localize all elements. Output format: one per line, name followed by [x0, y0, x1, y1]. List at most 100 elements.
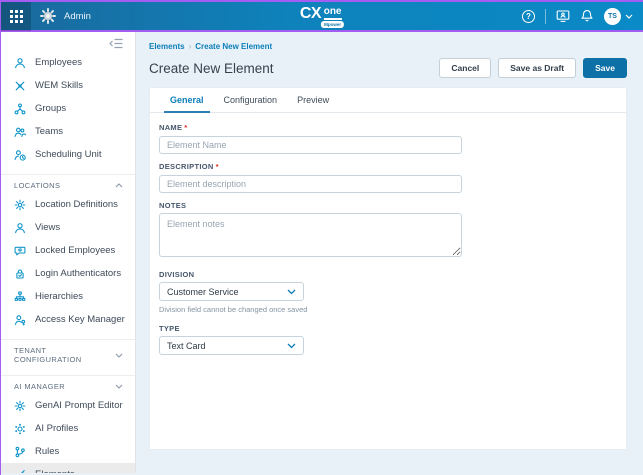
cxone-logo: CX one Mpower: [300, 6, 344, 28]
person-key-icon: [14, 314, 26, 326]
apps-grid-button[interactable]: [1, 1, 31, 31]
page-title: Create New Element: [149, 61, 274, 76]
division-select[interactable]: Customer Service: [159, 282, 304, 301]
chevron-down-icon: [287, 343, 296, 349]
sidebar-item-elements[interactable]: Elements: [1, 463, 135, 473]
tab-general[interactable]: General: [160, 88, 214, 112]
sidebar-item-label: Scheduling Unit: [35, 149, 102, 160]
sidebar-item-label: Employees: [35, 57, 82, 68]
sidebar-item-label: Locked Employees: [35, 245, 115, 256]
user-menu[interactable]: TS: [604, 8, 633, 25]
header-separator: [545, 9, 546, 24]
name-label: NAME*: [159, 123, 616, 132]
sidebar-item-label: Location Definitions: [35, 199, 118, 210]
sidebar-item-locked-employees[interactable]: Locked Employees: [1, 239, 135, 262]
breadcrumb-separator: ›: [189, 42, 192, 51]
save-button[interactable]: Save: [583, 58, 627, 78]
person-icon: [14, 57, 26, 69]
sidebar-item-teams[interactable]: Teams: [1, 120, 135, 143]
sidebar-collapse-icon[interactable]: [109, 38, 123, 49]
notes-label: NOTES: [159, 201, 616, 210]
avatar: TS: [604, 8, 621, 25]
sidebar-item-label: GenAI Prompt Editor: [35, 400, 123, 411]
header-right: ? TS: [522, 8, 643, 25]
chevron-down-icon: [115, 353, 123, 358]
sidebar-section-tenant-configuration[interactable]: TENANT CONFIGURATION: [1, 339, 135, 367]
help-icon: ?: [522, 10, 535, 23]
main-content: Elements › Create New Element Create New…: [136, 32, 643, 473]
name-input[interactable]: [159, 136, 462, 154]
breadcrumb-elements[interactable]: Elements: [149, 42, 185, 51]
save-as-draft-button[interactable]: Save as Draft: [498, 58, 576, 78]
logo-cx-text: CX: [300, 6, 321, 28]
notes-textarea[interactable]: [159, 213, 462, 257]
division-help-text: Division field cannot be changed once sa…: [159, 305, 616, 314]
top-header: Admin CX one Mpower ?: [1, 2, 643, 32]
apps-grid-icon: [10, 10, 23, 23]
sidebar-section-locations[interactable]: LOCATIONS: [1, 174, 135, 193]
sidebar-item-label: Rules: [35, 446, 59, 457]
agent-monitor-button[interactable]: [556, 9, 570, 23]
form-card: GeneralConfigurationPreview NAME* DESCRI…: [149, 87, 627, 450]
header-left: Admin: [1, 2, 91, 30]
sidebar-item-ai-profiles[interactable]: AI Profiles: [1, 417, 135, 440]
sidebar-nav: Employees WEM Skills Groups Teams Scheduling…: [1, 51, 135, 473]
app-window: Admin CX one Mpower ?: [0, 0, 643, 475]
lock-check-icon: [14, 268, 26, 280]
logo-badge: Mpower: [321, 21, 344, 28]
cancel-button[interactable]: Cancel: [439, 58, 491, 78]
chat-lock-icon: [14, 245, 26, 257]
tabs: GeneralConfigurationPreview: [150, 88, 626, 113]
sidebar-item-label: Views: [35, 222, 60, 233]
tab-configuration[interactable]: Configuration: [214, 88, 288, 112]
action-buttons: Cancel Save as Draft Save: [439, 58, 627, 78]
tab-preview[interactable]: Preview: [287, 88, 339, 112]
sidebar-item-login-authenticators[interactable]: Login Authenticators: [1, 262, 135, 285]
breadcrumb: Elements › Create New Element: [149, 42, 627, 51]
sidebar-item-label: AI Profiles: [35, 423, 78, 434]
sidebar-item-label: Groups: [35, 103, 66, 114]
sidebar-section-ai-manager[interactable]: AI MANAGER: [1, 375, 135, 394]
person-icon: [14, 222, 26, 234]
sidebar-item-label: Elements: [35, 469, 75, 473]
logo-one-text: one: [324, 7, 342, 20]
admin-gear-icon: [40, 8, 56, 24]
person-clock-icon: [14, 149, 26, 161]
sidebar-item-groups[interactable]: Groups: [1, 97, 135, 120]
sidebar-item-views[interactable]: Views: [1, 216, 135, 239]
help-button[interactable]: ?: [522, 10, 535, 23]
type-select[interactable]: Text Card: [159, 336, 304, 355]
general-form: NAME* DESCRIPTION* NOTES DIVISION: [150, 113, 626, 355]
sidebar-item-rules[interactable]: Rules: [1, 440, 135, 463]
required-asterisk: *: [184, 123, 187, 132]
division-select-value: Customer Service: [167, 287, 239, 297]
chevron-down-icon: [115, 384, 123, 389]
description-input[interactable]: [159, 175, 462, 193]
notifications-button[interactable]: [580, 9, 594, 23]
sidebar-item-label: Hierarchies: [35, 291, 83, 302]
branch-icon: [14, 446, 26, 458]
gear-icon: [14, 199, 26, 211]
app-name: Admin: [64, 11, 91, 22]
org-icon: [14, 103, 26, 115]
sidebar-item-label: Teams: [35, 126, 63, 137]
required-asterisk: *: [216, 162, 219, 171]
sidebar-item-scheduling-unit[interactable]: Scheduling Unit: [1, 143, 135, 166]
sidebar-item-genai-prompt-editor[interactable]: GenAI Prompt Editor: [1, 394, 135, 417]
sidebar-item-employees[interactable]: Employees: [1, 51, 135, 74]
sidebar-item-wem-skills[interactable]: WEM Skills: [1, 74, 135, 97]
gear-dots-icon: [14, 423, 26, 435]
sidebar-item-hierarchies[interactable]: Hierarchies: [1, 285, 135, 308]
sidebar-item-access-key-manager[interactable]: Access Key Manager: [1, 308, 135, 331]
chevron-up-icon: [115, 183, 123, 188]
bell-icon: [580, 9, 594, 23]
chevron-down-icon: [625, 14, 633, 19]
sidebar-item-location-definitions[interactable]: Location Definitions: [1, 193, 135, 216]
breadcrumb-current[interactable]: Create New Element: [195, 42, 272, 51]
description-label: DESCRIPTION*: [159, 162, 616, 171]
tree-icon: [14, 291, 26, 303]
gear-icon: [14, 400, 26, 412]
type-select-value: Text Card: [167, 341, 206, 351]
sidebar: Employees WEM Skills Groups Teams Scheduling…: [1, 32, 136, 473]
sidebar-item-label: Access Key Manager: [35, 314, 125, 325]
